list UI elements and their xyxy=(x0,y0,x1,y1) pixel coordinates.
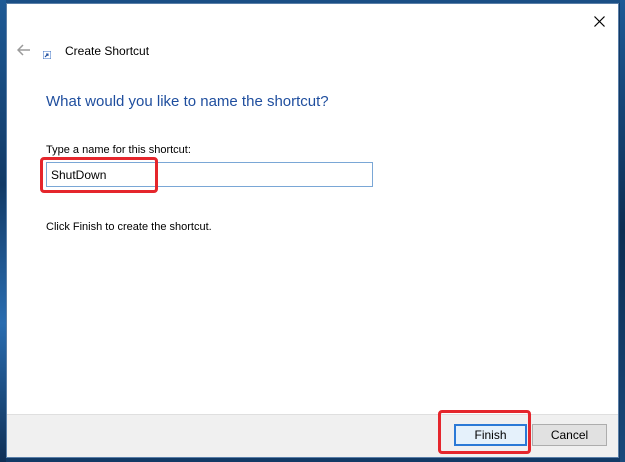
finish-button[interactable]: Finish xyxy=(454,424,527,446)
create-shortcut-dialog: Create Shortcut What would you like to n… xyxy=(6,3,619,458)
dialog-footer: Finish Cancel xyxy=(7,414,618,457)
close-button[interactable] xyxy=(588,10,610,32)
back-button[interactable] xyxy=(15,41,33,59)
desktop-background-right xyxy=(620,0,625,462)
close-icon xyxy=(593,15,605,27)
cancel-button[interactable]: Cancel xyxy=(532,424,607,446)
shortcut-name-input[interactable] xyxy=(46,162,373,187)
back-arrow-icon xyxy=(17,44,30,56)
finish-instruction: Click Finish to create the shortcut. xyxy=(46,221,212,233)
wizard-title: Create Shortcut xyxy=(65,44,150,58)
shortcut-name-label: Type a name for this shortcut: xyxy=(46,144,191,156)
page-heading: What would you like to name the shortcut… xyxy=(46,93,329,110)
shortcut-icon xyxy=(43,51,51,59)
